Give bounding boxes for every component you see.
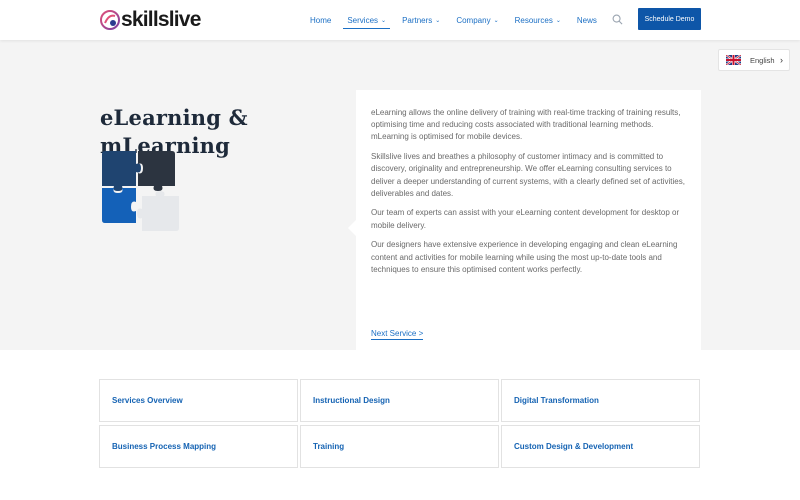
logo-mark-icon	[100, 10, 120, 30]
nav-item-services[interactable]: Services ⌄	[343, 0, 390, 40]
search-icon[interactable]	[612, 14, 623, 25]
nav-item-label: Partners	[402, 15, 433, 25]
nav-item-partners[interactable]: Partners ⌄	[402, 0, 440, 40]
chevron-down-icon: ⌄	[493, 17, 499, 24]
main-nav: Home Services ⌄ Partners ⌄ Company ⌄ Resources ⌄…	[310, 0, 613, 40]
logo[interactable]: skillslive	[100, 7, 201, 33]
chevron-down-icon: ⌄	[555, 17, 561, 24]
chevron-down-icon: ⌄	[381, 17, 387, 24]
nav-item-label: Resources	[514, 15, 553, 25]
body-paragraph: eLearning allows the online delivery of …	[371, 108, 681, 142]
nav-item-home[interactable]: Home	[310, 0, 331, 40]
chevron-down-icon: ⌄	[435, 17, 441, 24]
nav-item-label: Company	[456, 15, 491, 25]
nav-item-resources[interactable]: Resources ⌄	[515, 0, 561, 40]
body-paragraph: Skillslive lives and breathes a philosop…	[371, 152, 685, 198]
uk-flag-icon	[726, 55, 741, 65]
nav-item-label: Services	[347, 15, 379, 25]
nav-item-news[interactable]: News	[577, 0, 597, 40]
language-switcher[interactable]: English ›	[718, 49, 790, 71]
next-service-link[interactable]: Next Service >	[371, 329, 424, 340]
nav-item-company[interactable]: Company ⌄	[456, 0, 498, 40]
nav-item-label: News	[576, 15, 597, 25]
hero-section: eLearning & mLearning eLearning allows t…	[0, 40, 800, 366]
body-paragraph: Our designers have extensive experience …	[371, 240, 678, 274]
service-link-custom-design-development[interactable]: Custom Design & Development	[501, 425, 700, 468]
nav-item-label: Home	[310, 15, 332, 25]
service-link-training[interactable]: Training	[300, 425, 499, 468]
service-link-services-overview[interactable]: Services Overview	[99, 379, 298, 422]
language-label: English	[750, 55, 775, 65]
content-card: eLearning allows the online delivery of …	[348, 90, 701, 366]
service-link-digital-transformation[interactable]: Digital Transformation	[501, 379, 700, 422]
body-paragraph: Our team of experts can assist with your…	[371, 208, 680, 230]
puzzle-icon	[102, 151, 179, 231]
service-link-instructional-design[interactable]: Instructional Design	[300, 379, 499, 422]
schedule-demo-button[interactable]: Schedule Demo	[638, 8, 701, 30]
service-link-business-process-mapping[interactable]: Business Process Mapping	[99, 425, 298, 468]
brand-name: skillslive	[121, 8, 201, 31]
page-title-line1: eLearning &	[100, 105, 248, 130]
site-header: skillslive Home Services ⌄ Partners ⌄ Company…	[0, 0, 800, 40]
chevron-right-icon: ›	[780, 55, 783, 65]
